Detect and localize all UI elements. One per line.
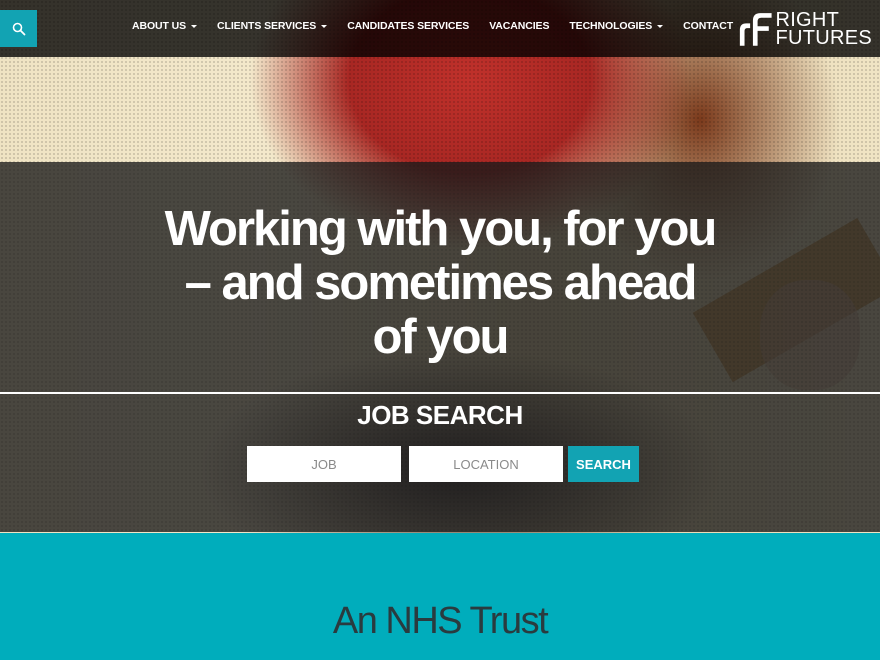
nav-menu: ABOUT US CLIENTS SERVICES CANDIDATES SER… xyxy=(132,20,753,32)
nav-item-label: TECHNOLOGIES xyxy=(569,20,653,32)
nav-item-label: CANDIDATES SERVICES xyxy=(347,20,470,32)
nav-item-clients-services[interactable]: CLIENTS SERVICES xyxy=(217,20,328,32)
nav-item-label: VACANCIES xyxy=(489,20,550,32)
caret-down-icon xyxy=(657,24,664,28)
nav-item-label: CONTACT xyxy=(683,20,734,32)
job-input[interactable] xyxy=(247,446,401,482)
search-toggle-button[interactable] xyxy=(0,10,37,47)
hero-headline: Working with you, for you – and sometime… xyxy=(164,202,718,364)
nav-item-vacancies[interactable]: VACANCIES xyxy=(489,20,549,32)
job-search-title: JOB SEARCH xyxy=(357,400,523,430)
logo-wordmark: RIGHT FUTURES xyxy=(775,10,872,49)
top-nav: ABOUT US CLIENTS SERVICES CANDIDATES SER… xyxy=(0,0,880,57)
section-title: An NHS Trust xyxy=(332,600,549,642)
search-button[interactable]: SEARCH xyxy=(568,446,639,482)
nav-item-candidates-services[interactable]: CANDIDATES SERVICES xyxy=(347,20,469,32)
nav-item-label: ABOUT US xyxy=(132,20,187,32)
location-input[interactable] xyxy=(409,446,563,482)
nav-item-contact[interactable]: CONTACT xyxy=(683,20,733,32)
right-futures-logo-icon xyxy=(739,13,772,46)
logo-line-2: FUTURES xyxy=(775,27,872,49)
nav-item-about-us[interactable]: ABOUT US xyxy=(132,20,198,32)
caret-down-icon xyxy=(191,24,198,28)
nav-item-technologies[interactable]: TECHNOLOGIES xyxy=(569,20,664,32)
search-icon xyxy=(12,22,25,35)
site-logo[interactable]: RIGHT FUTURES xyxy=(738,9,872,49)
caret-down-icon xyxy=(321,24,328,28)
nav-item-label: CLIENTS SERVICES xyxy=(217,20,317,32)
hero-divider xyxy=(0,392,880,394)
